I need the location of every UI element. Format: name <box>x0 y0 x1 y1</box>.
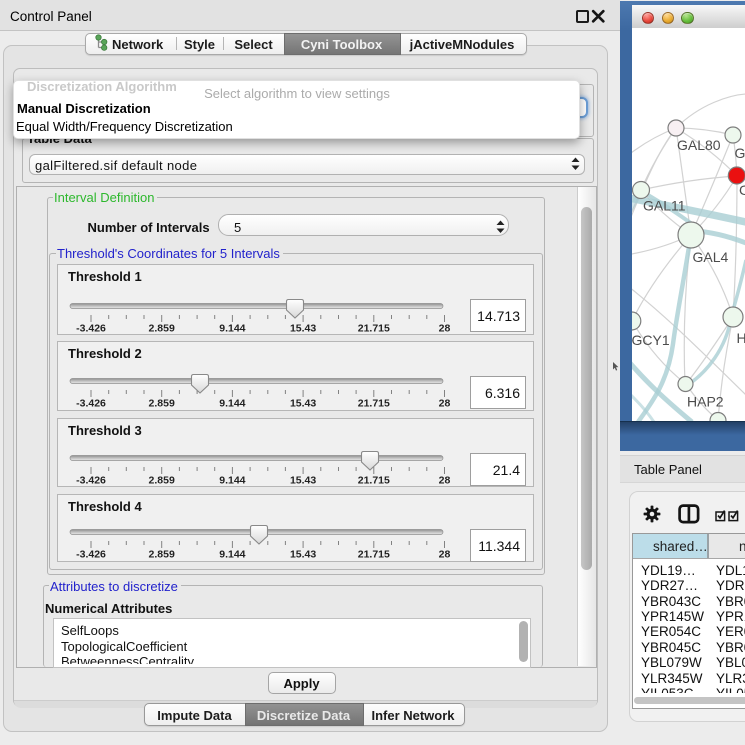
svg-text:2.859: 2.859 <box>149 398 175 410</box>
svg-text:21.715: 21.715 <box>358 398 390 410</box>
svg-text:9.144: 9.144 <box>219 398 245 410</box>
svg-text:2.859: 2.859 <box>149 323 175 335</box>
svg-text:28: 28 <box>439 323 451 335</box>
svg-text:-3.426: -3.426 <box>76 549 106 561</box>
svg-text:-3.426: -3.426 <box>76 398 106 410</box>
svg-text:21.715: 21.715 <box>358 549 390 561</box>
svg-text:21.715: 21.715 <box>358 475 390 487</box>
svg-text:21.715: 21.715 <box>358 323 390 335</box>
svg-text:G…: G… <box>735 145 745 161</box>
svg-text:28: 28 <box>439 398 451 410</box>
svg-text:GAL80: GAL80 <box>677 137 721 153</box>
svg-text:HIS4: HIS4 <box>737 330 745 346</box>
svg-text:2.859: 2.859 <box>149 475 175 487</box>
svg-text:9.144: 9.144 <box>219 323 245 335</box>
svg-text:15.43: 15.43 <box>290 398 316 410</box>
svg-text:9.144: 9.144 <box>219 475 245 487</box>
svg-text:CY: CY <box>739 182 745 198</box>
svg-text:28: 28 <box>439 475 451 487</box>
svg-text:15.43: 15.43 <box>290 475 316 487</box>
svg-text:15.43: 15.43 <box>290 549 316 561</box>
svg-text:-3.426: -3.426 <box>76 323 106 335</box>
svg-text:28: 28 <box>439 549 451 561</box>
svg-text:GAL4: GAL4 <box>693 249 729 265</box>
svg-text:HAP2: HAP2 <box>687 394 724 410</box>
svg-text:GAL11: GAL11 <box>643 198 686 214</box>
svg-text:GCY1: GCY1 <box>632 332 670 348</box>
svg-text:15.43: 15.43 <box>290 323 316 335</box>
svg-text:9.144: 9.144 <box>219 549 245 561</box>
svg-text:2.859: 2.859 <box>149 549 175 561</box>
svg-text:-3.426: -3.426 <box>76 475 106 487</box>
